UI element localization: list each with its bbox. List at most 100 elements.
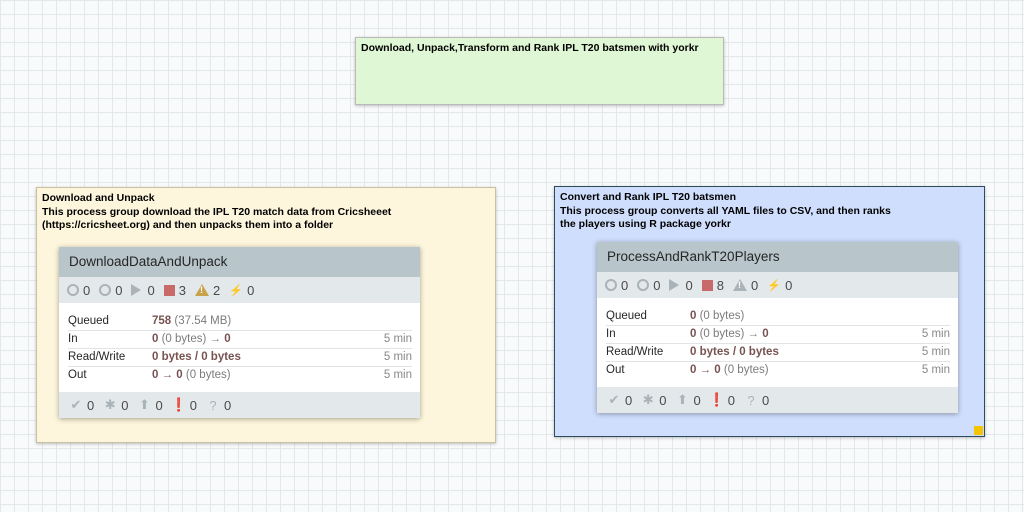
stat-value: 0 (625, 392, 633, 408)
stat-invalid: 2 (194, 282, 221, 298)
stat-value: 0 (621, 277, 629, 293)
stat-unknown: ? 0 (744, 393, 769, 408)
stat-value: 0 (189, 397, 197, 413)
asterisk-icon: ✱ (642, 392, 654, 407)
stat-up-to-date: ✔ 0 (607, 392, 633, 408)
stat-disabled: ⚡ 0 (229, 283, 254, 298)
play-icon (669, 279, 680, 291)
stat-value: 3 (178, 282, 186, 298)
check-icon: ✔ (70, 397, 82, 412)
not-transmitting-icon (637, 279, 650, 291)
stat-value: 0 (121, 397, 129, 413)
metric-row-queued: Queued 0 (0 bytes) (606, 308, 950, 326)
metric-time: 5 min (921, 364, 950, 376)
stat-value: 0 (693, 392, 701, 408)
stat-locally-modified: ✱ 0 (641, 392, 667, 408)
metric-time (372, 313, 412, 330)
label-title[interactable]: Download, Unpack,Transform and Rank IPL … (355, 37, 724, 105)
disabled-icon: ⚡ (767, 279, 782, 292)
process-group-metrics: Queued 0 (0 bytes) In 0 (0 bytes) → 0 5 … (597, 308, 958, 379)
stop-icon (163, 284, 175, 296)
metric-time: 5 min (383, 351, 412, 363)
process-group-version-stats: ✔ 0 ✱ 0 ⬆ 0 ❗ 0 ? 0 (597, 387, 958, 413)
stat-value: 0 (659, 392, 667, 408)
metric-row-read-write: Read/Write 0 bytes / 0 bytes 5 min (68, 349, 412, 367)
metric-row-read-write: Read/Write 0 bytes / 0 bytes 5 min (606, 344, 950, 362)
exclamation-circle-icon: ❗ (708, 392, 725, 407)
transmitting-icon (605, 279, 617, 291)
metric-sub: (0 bytes) → (696, 328, 763, 340)
stat-value: 0 (83, 282, 91, 298)
metric-sub: (37.54 MB) (171, 315, 232, 327)
metric-time: 5 min (921, 346, 950, 358)
label-line: Convert and Rank IPL T20 batsmen (560, 191, 737, 203)
stop-icon (701, 279, 713, 291)
metric-value: 0 → 0 (152, 369, 183, 381)
label-title-text: Download, Unpack,Transform and Rank IPL … (361, 42, 699, 54)
metric-time: 5 min (383, 369, 412, 381)
stat-value: 0 (147, 282, 155, 298)
metric-sub: (0 bytes) (182, 369, 231, 381)
metric-value: 0 bytes / 0 bytes (690, 346, 779, 358)
metric-label: In (68, 333, 78, 345)
stat-stale: ⬆ 0 (137, 397, 163, 413)
metric-value: 0 bytes / 0 bytes (152, 351, 241, 363)
process-group-rank[interactable]: ProcessAndRankT20Players 0 0 0 8 0 ⚡0 Qu… (597, 242, 958, 413)
metric-value: 0 → 0 (690, 364, 721, 376)
stat-unknown: ? 0 (206, 398, 231, 413)
arrow-up-circle-icon: ⬆ (139, 397, 150, 412)
stat-stopped: 3 (163, 282, 186, 298)
question-icon: ? (209, 397, 217, 413)
stat-value: 0 (750, 277, 759, 293)
stat-sync-failure: ❗ 0 (170, 397, 197, 413)
process-group-name[interactable]: ProcessAndRankT20Players (597, 242, 958, 272)
stat-value: 0 (727, 392, 735, 408)
stat-value: 0 (653, 277, 661, 293)
stat-disabled: ⚡ 0 (767, 278, 792, 293)
metric-row-in: In 0 (0 bytes) → 0 5 min (606, 326, 950, 344)
stat-value: 0 (685, 277, 693, 293)
process-group-name[interactable]: DownloadDataAndUnpack (59, 247, 420, 277)
stat-value: 0 (223, 397, 232, 413)
transmitting-icon (67, 284, 79, 296)
label-line: This process group download the IPL T20 … (42, 205, 392, 218)
not-transmitting-icon (99, 284, 112, 296)
label-resize-handle[interactable] (974, 426, 983, 435)
stat-invalid: 0 (732, 277, 759, 293)
metric-sub: (0 bytes) (720, 364, 769, 376)
stat-running: 0 (131, 282, 155, 298)
stat-value: 0 (785, 277, 793, 293)
stat-transmitting: 0 (67, 283, 90, 298)
stat-stopped: 8 (701, 278, 724, 293)
warning-icon (194, 284, 209, 296)
stat-value: 0 (155, 397, 163, 413)
stat-stale: ⬆ 0 (675, 392, 701, 408)
stat-locally-modified: ✱ 0 (103, 397, 129, 413)
metric-label: Read/Write (68, 351, 126, 363)
question-icon: ? (747, 392, 755, 408)
metric-value: 0 (762, 328, 769, 340)
metric-time (910, 308, 950, 325)
metric-sub: (0 bytes) (696, 310, 745, 322)
metric-row-out: Out 0 → 0 (0 bytes) 5 min (606, 362, 950, 379)
stat-value: 0 (87, 397, 95, 413)
metric-label: Out (68, 369, 87, 381)
arrow-up-circle-icon: ⬆ (677, 392, 688, 407)
metric-value: 758 (152, 315, 172, 327)
stat-value: 0 (761, 392, 770, 408)
asterisk-icon: ✱ (104, 397, 116, 412)
warning-icon (732, 279, 747, 291)
metric-row-in: In 0 (0 bytes) → 0 5 min (68, 331, 412, 349)
metric-label: Queued (68, 315, 109, 327)
metric-time: 5 min (921, 328, 950, 340)
label-line: Download and Unpack (42, 192, 155, 204)
stat-value: 0 (247, 282, 255, 298)
process-group-stats: 0 0 0 3 2 ⚡0 (59, 277, 420, 303)
stat-not-transmitting: 0 (637, 278, 660, 293)
stat-value: 2 (212, 282, 221, 298)
disabled-icon: ⚡ (229, 284, 244, 297)
stat-transmitting: 0 (605, 278, 628, 293)
process-group-download[interactable]: DownloadDataAndUnpack 0 0 0 3 2 ⚡0 Queue… (59, 247, 420, 418)
process-group-version-stats: ✔ 0 ✱ 0 ⬆ 0 ❗ 0 ? 0 (59, 392, 420, 418)
exclamation-circle-icon: ❗ (170, 397, 187, 412)
